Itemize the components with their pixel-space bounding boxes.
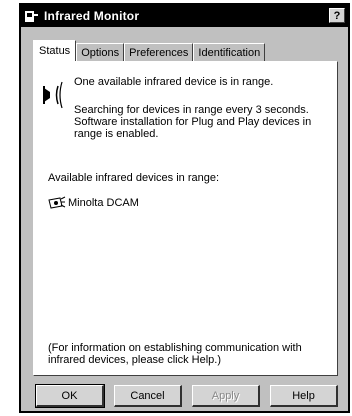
tab-preferences[interactable]: Preferences [124, 43, 194, 61]
tab-status[interactable]: Status [33, 40, 77, 61]
cancel-button[interactable]: Cancel [114, 385, 182, 407]
infrared-monitor-window: Infrared Monitor ? Status Options Prefer… [19, 3, 350, 413]
help-button[interactable]: Help [270, 385, 338, 407]
tab-options[interactable]: Options [76, 43, 125, 61]
device-in-range-text: One available infrared device is in rang… [74, 76, 274, 88]
tab-strip: Status Options Preferences Identificatio… [33, 40, 266, 62]
context-help-button[interactable]: ? [329, 8, 345, 23]
camera-icon [48, 196, 66, 209]
search-status-text: Searching for devices in range every 3 s… [74, 104, 312, 140]
devices-list-label: Available infrared devices in range: [48, 172, 220, 184]
ok-button[interactable]: OK [35, 384, 105, 408]
dialog-buttons: OK Cancel Apply Help [33, 384, 338, 408]
list-item[interactable]: Minolta DCAM [48, 196, 139, 210]
status-panel: One available infrared device is in rang… [33, 61, 338, 376]
infrared-app-icon [25, 9, 39, 23]
apply-button[interactable]: Apply [192, 385, 260, 407]
tab-identification[interactable]: Identification [193, 43, 266, 61]
device-name: Minolta DCAM [68, 197, 139, 209]
help-info-text: (For information on establishing communi… [48, 342, 302, 366]
window-title: Infrared Monitor [44, 9, 140, 23]
title-bar[interactable]: Infrared Monitor ? [21, 5, 348, 27]
infrared-link-icon [43, 81, 63, 109]
